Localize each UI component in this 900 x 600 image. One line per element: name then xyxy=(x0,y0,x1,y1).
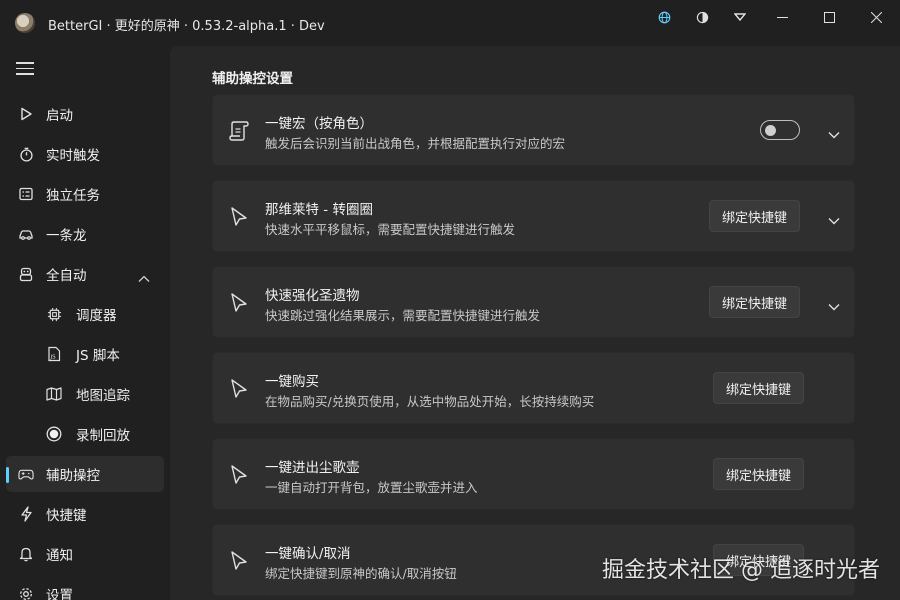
card-title: 那维莱特 - 转圈圈 xyxy=(265,202,373,218)
setting-card-quick-artifact-enhance: 快速强化圣遗物 快速跳过强化结果展示，需要配置快捷键进行触发 绑定快捷键 xyxy=(212,266,855,338)
sidebar-item-label: 实时触发 xyxy=(46,148,100,164)
card-description: 在物品购买/兑换页使用，从选中物品处开始，长按持续购买 xyxy=(265,394,595,409)
cursor-icon xyxy=(227,291,251,315)
maximize-icon[interactable] xyxy=(806,0,853,34)
app-logo xyxy=(15,13,35,33)
sidebar-item-full-auto[interactable]: 全自动 xyxy=(6,256,164,292)
chevron-up-icon[interactable] xyxy=(138,268,150,287)
car-icon xyxy=(18,226,34,242)
setting-card-teapot: 一键进出尘歌壶 一键自动打开背包，放置尘歌壶并进入 绑定快捷键 xyxy=(212,438,855,510)
stopwatch-icon xyxy=(18,146,34,162)
sidebar-item-label: 通知 xyxy=(46,548,73,564)
sidebar-nav: 启动 实时触发 独立任务 一条龙 全自动 调度器 JS JS 脚本 地图追踪 录… xyxy=(0,46,170,600)
map-icon xyxy=(46,386,62,402)
sidebar-item-record-playback[interactable]: 录制回放 xyxy=(6,416,164,452)
card-title: 一键购买 xyxy=(265,374,319,390)
svg-text:JS: JS xyxy=(50,355,57,361)
minimize-icon[interactable] xyxy=(759,0,806,34)
chevron-down-icon[interactable] xyxy=(828,296,840,315)
bind-hotkey-button[interactable]: 绑定快捷键 xyxy=(708,286,800,318)
sidebar-item-scheduler[interactable]: 调度器 xyxy=(6,296,164,332)
page-title: 辅助操控设置 xyxy=(212,71,293,87)
macro-toggle-switch[interactable] xyxy=(760,120,800,140)
sidebar-item-notifications[interactable]: 通知 xyxy=(6,536,164,572)
title-bar-controls xyxy=(645,0,900,34)
sidebar-item-label: 启动 xyxy=(46,108,73,124)
tasklist-icon xyxy=(18,186,34,202)
sidebar-item-one-dragon[interactable]: 一条龙 xyxy=(6,216,164,252)
setting-card-neuvillette-spin: 那维莱特 - 转圈圈 快速水平平移鼠标，需要配置快捷键进行触发 绑定快捷键 xyxy=(212,180,855,252)
record-icon xyxy=(46,426,62,442)
card-description: 快速水平平移鼠标，需要配置快捷键进行触发 xyxy=(265,222,516,237)
sidebar-item-assist-control[interactable]: 辅助操控 xyxy=(6,456,164,492)
cursor-icon xyxy=(227,377,251,401)
theme-toggle-icon[interactable] xyxy=(683,0,721,34)
cursor-icon xyxy=(227,205,251,229)
cursor-icon xyxy=(227,463,251,487)
close-icon[interactable] xyxy=(853,0,900,34)
lightning-icon xyxy=(18,506,34,522)
chip-icon xyxy=(46,306,62,322)
setting-card-macro: 一键宏（按角色） 触发后会识别当前出战角色，并根据配置执行对应的宏 xyxy=(212,94,855,166)
sidebar-item-settings[interactable]: 设置 xyxy=(6,576,164,600)
menu-dropdown-icon[interactable] xyxy=(721,0,759,34)
card-title: 一键宏（按角色） xyxy=(265,116,373,132)
card-description: 一键自动打开背包，放置尘歌壶并进入 xyxy=(265,480,478,495)
scroll-icon xyxy=(227,119,251,143)
bind-hotkey-button[interactable]: 绑定快捷键 xyxy=(712,458,804,490)
gear-icon xyxy=(18,586,34,600)
hamburger-menu-icon[interactable] xyxy=(16,62,34,76)
card-description: 触发后会识别当前出战角色，并根据配置执行对应的宏 xyxy=(265,136,566,151)
play-icon xyxy=(18,106,34,122)
main-content: 辅助操控设置 一键宏（按角色） 触发后会识别当前出战角色，并根据配置执行对应的宏… xyxy=(170,46,900,600)
sidebar-item-hotkeys[interactable]: 快捷键 xyxy=(6,496,164,532)
gamepad-icon xyxy=(18,466,34,482)
sidebar-item-label: 设置 xyxy=(46,588,73,600)
window-title: BetterGI · 更好的原神 · 0.53.2-alpha.1 · Dev xyxy=(48,19,325,34)
bell-icon xyxy=(18,546,34,562)
sidebar-item-label: 一条龙 xyxy=(46,228,87,244)
card-title: 一键确认/取消 xyxy=(265,546,351,562)
sidebar-item-map-tracking[interactable]: 地图追踪 xyxy=(6,376,164,412)
card-title: 快速强化圣遗物 xyxy=(265,288,360,304)
watermark: 掘金技术社区 @ 追逐时光者 xyxy=(602,558,880,583)
sidebar-item-label: 地图追踪 xyxy=(76,388,130,404)
sidebar-item-launch[interactable]: 启动 xyxy=(6,96,164,132)
robot-icon xyxy=(18,266,34,282)
sidebar-item-label: 录制回放 xyxy=(76,428,130,444)
bind-hotkey-button[interactable]: 绑定快捷键 xyxy=(712,372,804,404)
language-globe-icon[interactable] xyxy=(645,0,683,34)
card-description: 快速跳过强化结果展示，需要配置快捷键进行触发 xyxy=(265,308,541,323)
sidebar-item-label: 快捷键 xyxy=(46,508,87,524)
setting-card-one-click-buy: 一键购买 在物品购买/兑换页使用，从选中物品处开始，长按持续购买 绑定快捷键 xyxy=(212,352,855,424)
card-description: 绑定快捷键到原神的确认/取消按钮 xyxy=(265,566,457,581)
sidebar-item-js-script[interactable]: JS JS 脚本 xyxy=(6,336,164,372)
cursor-icon xyxy=(227,549,251,573)
chevron-down-icon[interactable] xyxy=(828,124,840,143)
sidebar-item-label: 独立任务 xyxy=(46,188,100,204)
card-title: 一键进出尘歌壶 xyxy=(265,460,360,476)
toggle-knob xyxy=(765,124,776,136)
bind-hotkey-button[interactable]: 绑定快捷键 xyxy=(708,200,800,232)
js-file-icon: JS xyxy=(46,346,62,362)
sidebar-item-label: JS 脚本 xyxy=(76,348,120,364)
sidebar-item-label: 辅助操控 xyxy=(46,468,100,484)
sidebar-item-realtime-trigger[interactable]: 实时触发 xyxy=(6,136,164,172)
sidebar-item-label: 调度器 xyxy=(76,308,117,324)
title-bar: BetterGI · 更好的原神 · 0.53.2-alpha.1 · Dev xyxy=(0,0,900,46)
sidebar-item-independent-tasks[interactable]: 独立任务 xyxy=(6,176,164,212)
sidebar-item-label: 全自动 xyxy=(46,268,87,284)
chevron-down-icon[interactable] xyxy=(828,210,840,229)
